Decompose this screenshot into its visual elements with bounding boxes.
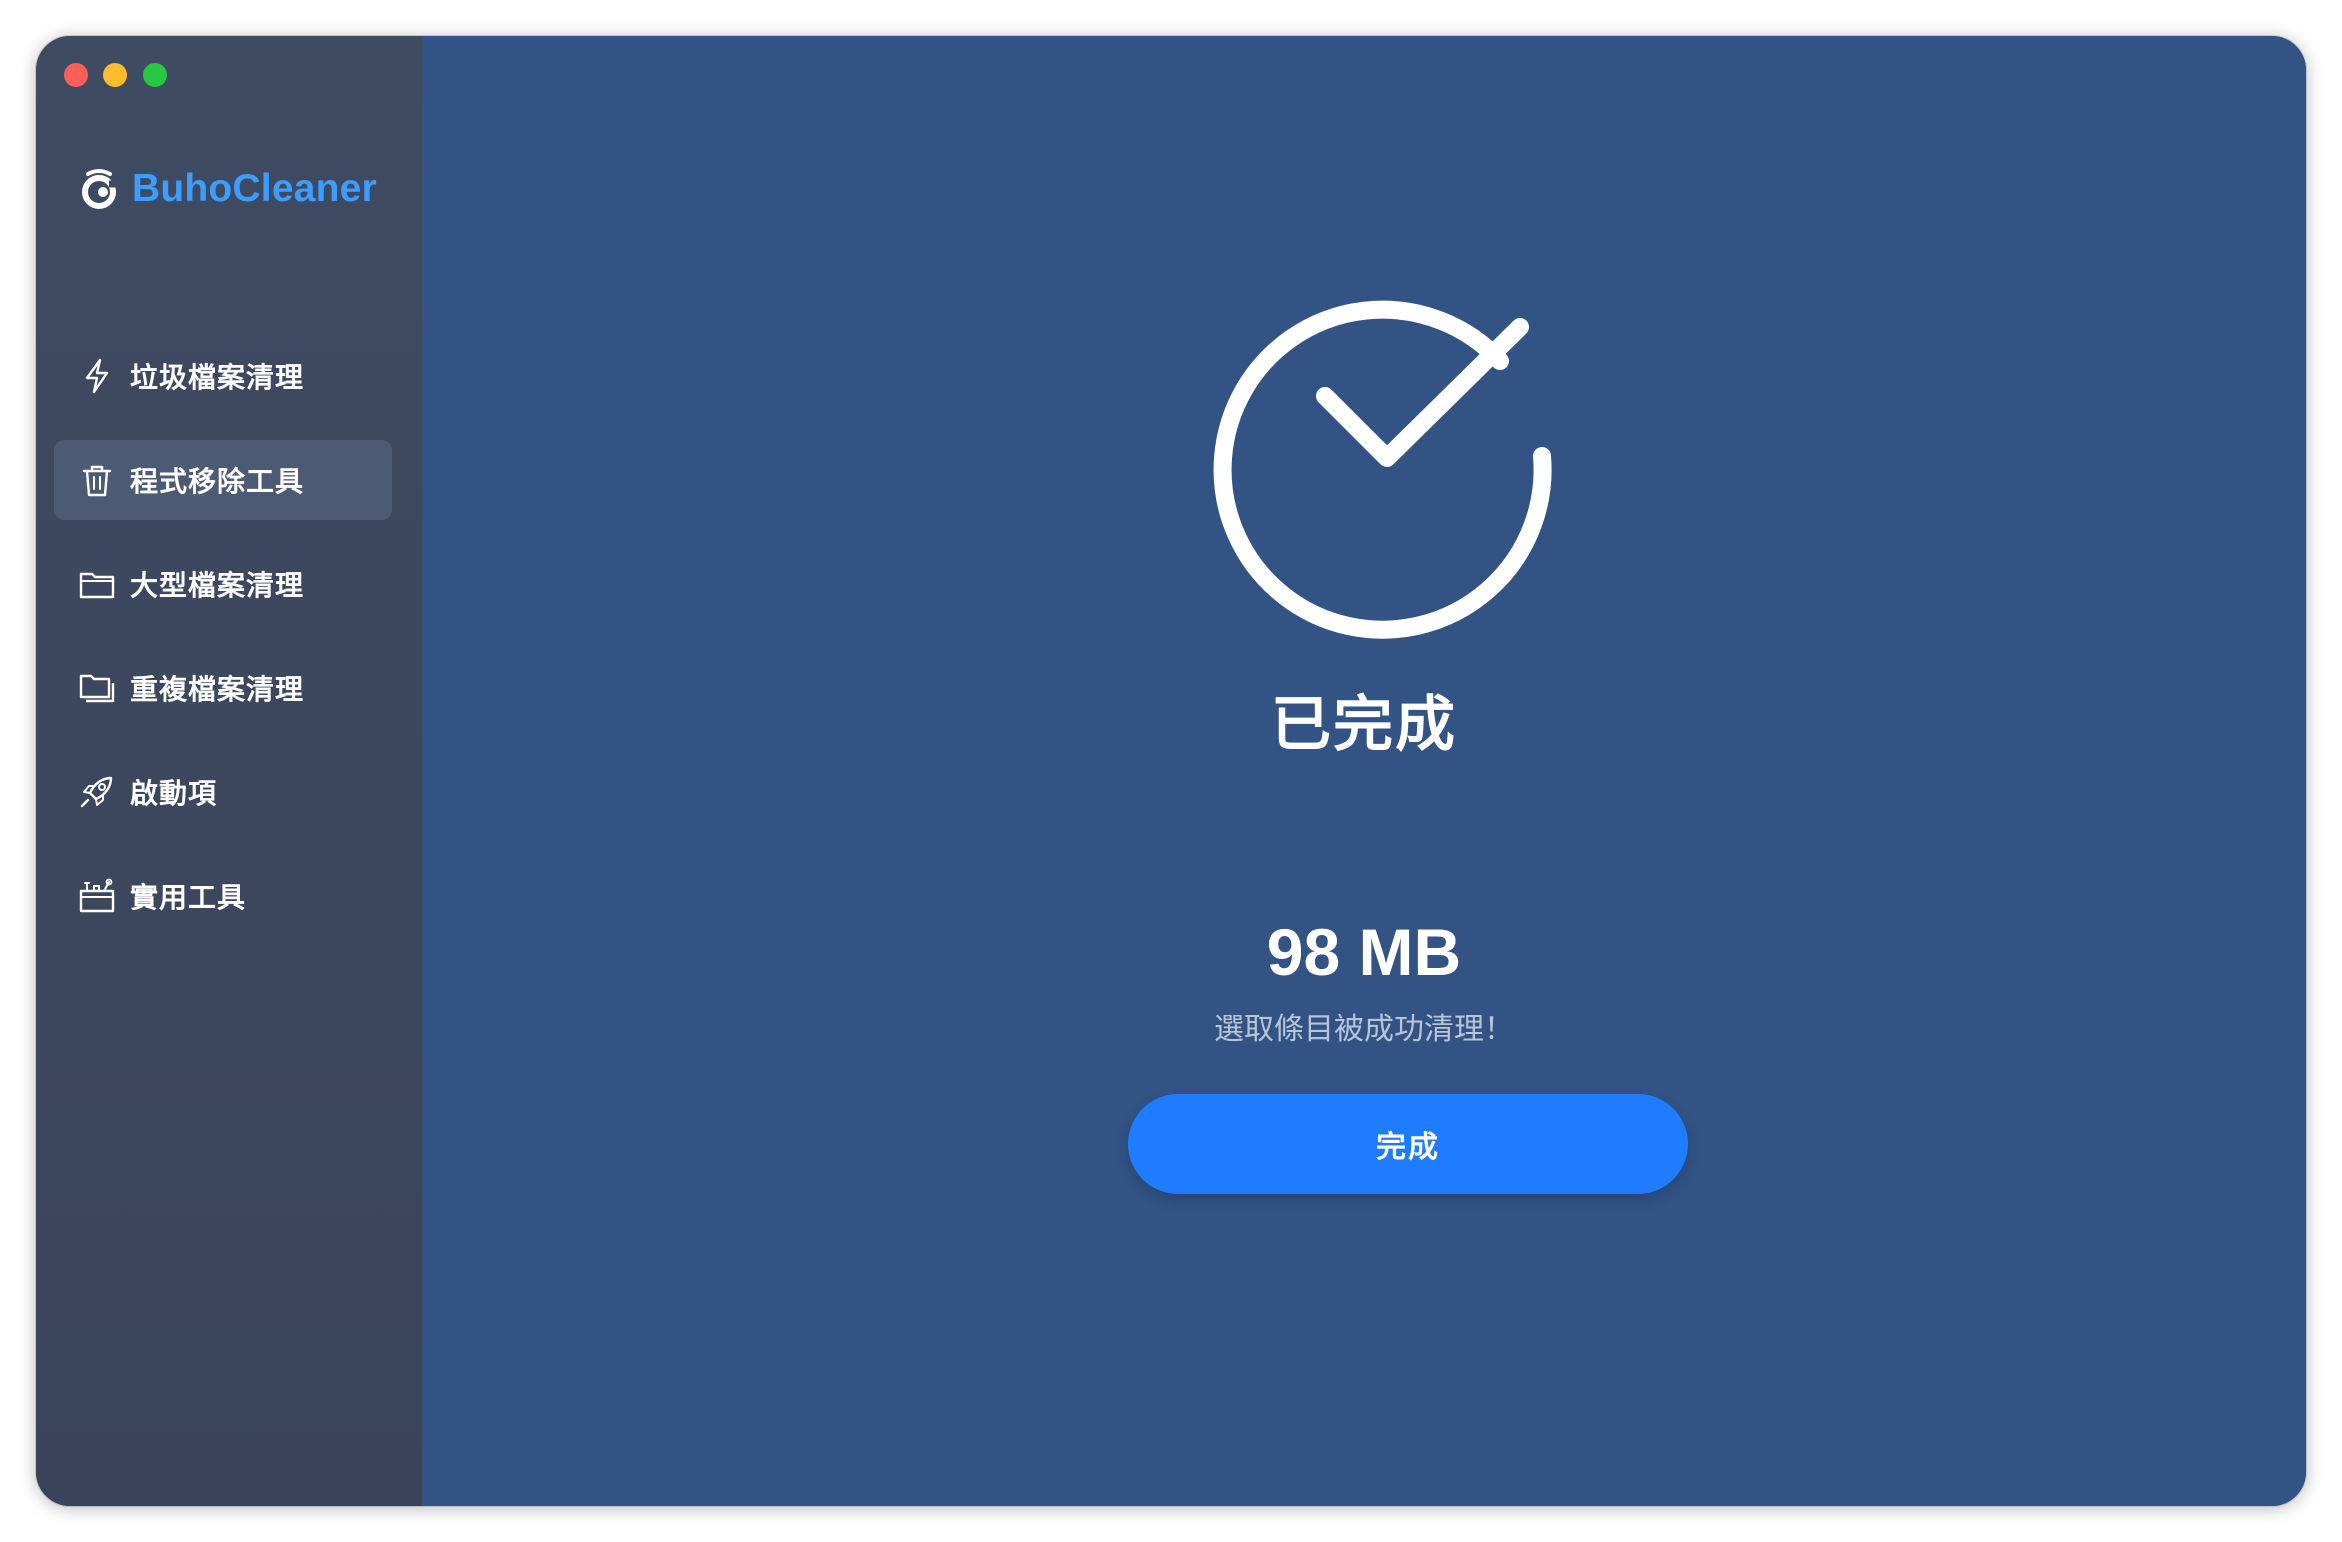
done-button[interactable]: 完成 <box>1128 1094 1688 1194</box>
close-window-button[interactable] <box>64 63 88 87</box>
sidebar-item-label: 大型檔案清理 <box>130 569 305 602</box>
status-title: 已完成 <box>1271 690 1457 760</box>
app-window: BuhoCleaner 垃圾檔案清理 程式移除工具 大型檔案清理 重複檔案清理 … <box>36 36 2306 1506</box>
sidebar-item-app-uninstaller[interactable]: 程式移除工具 <box>54 440 392 520</box>
sidebar-item-large-files[interactable]: 大型檔案清理 <box>54 544 392 624</box>
sidebar-item-startup-items[interactable]: 啟動項 <box>54 752 392 832</box>
success-message: 選取條目被成功清理！ <box>1214 1012 1514 1047</box>
sidebar-item-label: 啟動項 <box>130 777 218 810</box>
owl-logo-icon <box>82 169 119 209</box>
sidebar-item-label: 程式移除工具 <box>130 465 305 498</box>
duplicate-folder-icon <box>79 674 115 703</box>
folder-icon <box>79 572 115 599</box>
sidebar-nav: 垃圾檔案清理 程式移除工具 大型檔案清理 重複檔案清理 啟動項 實用工具 <box>54 336 392 960</box>
maximize-window-button[interactable] <box>143 63 167 87</box>
sidebar-item-label: 實用工具 <box>130 881 247 914</box>
cleaned-size: 98 MB <box>1266 915 1462 989</box>
trash-icon <box>82 465 112 497</box>
sidebar-item-label: 重複檔案清理 <box>130 673 305 706</box>
sidebar-item-toolkit[interactable]: 實用工具 <box>54 856 392 936</box>
app-brand: BuhoCleaner <box>76 156 377 222</box>
check-circle-icon <box>1213 300 1552 639</box>
sidebar: BuhoCleaner 垃圾檔案清理 程式移除工具 大型檔案清理 重複檔案清理 … <box>36 36 422 1506</box>
toolbox-icon <box>79 878 115 913</box>
minimize-window-button[interactable] <box>103 63 127 87</box>
rocket-icon <box>80 776 113 808</box>
main-panel: 已完成 98 MB 選取條目被成功清理！ 完成 <box>422 36 2306 1506</box>
sidebar-item-duplicate-files[interactable]: 重複檔案清理 <box>54 648 392 728</box>
sidebar-item-junk-cleaner[interactable]: 垃圾檔案清理 <box>54 336 392 416</box>
lightning-icon <box>85 358 109 394</box>
app-name: BuhoCleaner <box>132 167 377 210</box>
sidebar-item-label: 垃圾檔案清理 <box>130 361 305 394</box>
